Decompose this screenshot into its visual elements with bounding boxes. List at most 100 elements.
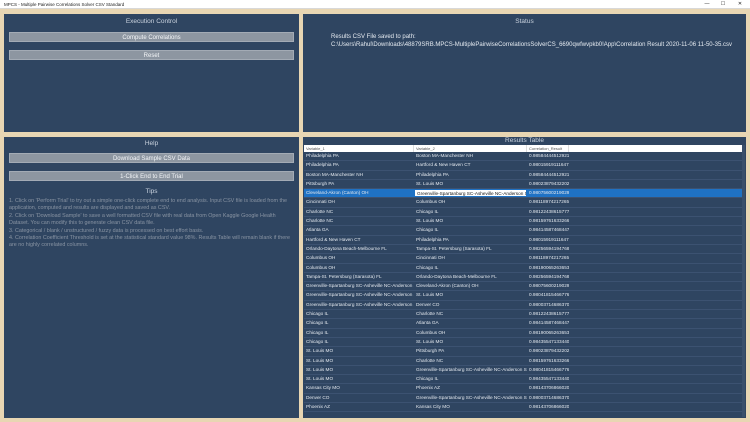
table-row[interactable]: Denver CO Greenville-Spartanburg SC-Ashev…	[304, 394, 745, 404]
cell-correlation[interactable]: 0.9801591911164758	[527, 161, 569, 169]
cell-variable-2[interactable]: Denver CO	[414, 301, 527, 309]
cell-correlation[interactable]: 0.9815976163326647	[527, 217, 569, 225]
table-row[interactable]: Chicago ILSt. Louis MO0.9843554713344075	[304, 338, 745, 348]
table-row[interactable]: Kansas City MO Phoenix AZ 0.98143706866020…	[304, 384, 745, 394]
cell-variable-2[interactable]: Columbus OH	[414, 329, 527, 337]
reset-button[interactable]: Reset	[9, 50, 294, 60]
cell-variable-2[interactable]: Cincinnati OH	[414, 254, 527, 262]
cell-variable-2[interactable]: Kansas City MO	[414, 403, 527, 411]
cell-correlation[interactable]: 0.9825659419476865	[527, 245, 569, 253]
cell-variable-2[interactable]: Boston MA-Manchester NH	[414, 152, 527, 160]
cell-variable-1[interactable]: Charlotte NC	[304, 217, 414, 225]
cell-correlation[interactable]: 0.9812243861577765	[527, 310, 569, 318]
table-row[interactable]: St. Louis MO Pittsburgh PA 0.9802387943220…	[304, 347, 745, 357]
table-row[interactable]: Chicago ILAtlanta GA0.9841458746844711	[304, 319, 745, 329]
cell-variable-2[interactable]: Chicago IL	[414, 264, 527, 272]
cell-variable-1[interactable]: Greenville-Spartanburg SC-Asheville NC-A…	[304, 282, 414, 290]
table-row[interactable]: Orlando-Daytona Beach-Melbourne FL Tampa-…	[304, 245, 745, 255]
results-table[interactable]: Variable_1 Variable_2 Correlation_Result…	[304, 145, 745, 417]
cell-variable-1[interactable]: Greenville-Spartanburg SC-Asheville NC-A…	[304, 291, 414, 299]
cell-variable-1[interactable]: Kansas City MO	[304, 384, 414, 392]
cell-correlation[interactable]: 0.9825659419476865	[527, 273, 569, 281]
cell-variable-2[interactable]: Philadelphia PA	[414, 236, 527, 244]
column-header-variable-2[interactable]: Variable_2	[414, 145, 527, 152]
cell-correlation[interactable]: 0.9841458746844711	[527, 226, 569, 234]
cell-correlation[interactable]: 0.9843554713344075	[527, 375, 569, 383]
cell-variable-1[interactable]: Cincinnati OH	[304, 198, 414, 206]
cell-correlation[interactable]: 0.9815976163326647	[527, 357, 569, 365]
cell-correlation[interactable]: 0.9800371468637054	[527, 394, 569, 402]
cell-correlation[interactable]: 0.9819006526365327	[527, 329, 569, 337]
column-header-variable-1[interactable]: Variable_1	[304, 145, 414, 152]
cell-variable-2[interactable]: St. Louis MO	[414, 217, 527, 225]
cell-correlation[interactable]: 0.9811897421726593	[527, 254, 569, 262]
table-row[interactable]: Charlotte NCChicago IL0.9812243861577765	[304, 208, 745, 218]
one-click-trial-button[interactable]: 1-Click End to End Trial	[9, 171, 294, 181]
cell-correlation[interactable]: 0.9804181546677699	[527, 366, 569, 374]
cell-variable-1[interactable]: St. Louis MO	[304, 357, 414, 365]
table-row[interactable]: Hartford & New Haven CT Philadelphia PA 0.…	[304, 236, 745, 245]
cell-correlation[interactable]: 0.9858444451292139	[527, 171, 569, 179]
cell-variable-1[interactable]: Pittsburgh PA	[304, 180, 414, 188]
cell-variable-2[interactable]: St. Louis MO	[414, 338, 527, 346]
maximize-button[interactable]: ☐	[716, 0, 730, 9]
table-row[interactable]: Chicago ILCharlotte NC0.9812243861577765	[304, 310, 745, 320]
cell-variable-2[interactable]: Chicago IL	[414, 208, 527, 216]
close-button[interactable]: ✕	[733, 0, 747, 9]
cell-variable-2[interactable]: Atlanta GA	[414, 319, 527, 327]
cell-correlation[interactable]: 0.9807560021902995	[527, 282, 569, 290]
cell-correlation[interactable]: 0.9804181546677699	[527, 291, 569, 299]
table-row[interactable]: Philadelphia PA Boston MA-Manchester NH 0.…	[304, 152, 745, 162]
cell-correlation[interactable]: 0.9812243861577765	[527, 208, 569, 216]
cell-correlation[interactable]: 0.9814370686602006	[527, 403, 569, 411]
cell-variable-1[interactable]: St. Louis MO	[304, 366, 414, 374]
cell-variable-2[interactable]: Cleveland-Akron (Canton) OH	[414, 282, 527, 290]
download-sample-button[interactable]: Download Sample CSV Data	[9, 153, 294, 163]
cell-variable-1[interactable]: Chicago IL	[304, 319, 414, 327]
cell-variable-1[interactable]: Atlanta GA	[304, 226, 414, 234]
table-row[interactable]: Greenville-Spartanburg SC-Asheville NC-A…	[304, 301, 745, 311]
cell-correlation[interactable]: 0.9801591911164758	[527, 236, 569, 244]
cell-variable-1[interactable]: Columbus OH	[304, 264, 414, 272]
table-row[interactable]: Greenville-Spartanburg SC-Asheville NC-A…	[304, 291, 745, 301]
table-row[interactable]: Cleveland-Akron (Canton) OH Greenville-Sp…	[304, 189, 745, 199]
cell-correlation[interactable]: 0.9858444451292139	[527, 152, 569, 160]
table-row[interactable]: Philadelphia PA Hartford & New Haven CT 0.…	[304, 161, 745, 171]
cell-variable-2[interactable]: Phoenix AZ	[414, 384, 527, 392]
cell-variable-1[interactable]: St. Louis MO	[304, 347, 414, 355]
table-row[interactable]: Chicago ILColumbus OH0.9819006526365327	[304, 329, 745, 338]
cell-variable-1[interactable]: Boston MA-Manchester NH	[304, 171, 414, 179]
cell-correlation[interactable]: 0.9802387943220278	[527, 180, 569, 188]
cell-variable-1[interactable]: Philadelphia PA	[304, 161, 414, 169]
cell-variable-2[interactable]: Chicago IL	[414, 375, 527, 383]
cell-variable-1[interactable]: Chicago IL	[304, 310, 414, 318]
cell-variable-2[interactable]: Hartford & New Haven CT	[414, 161, 527, 169]
cell-variable-2[interactable]: St. Louis MO	[414, 291, 527, 299]
cell-variable-1[interactable]: Cleveland-Akron (Canton) OH	[304, 189, 414, 197]
cell-variable-2[interactable]: Philadelphia PA	[414, 171, 527, 179]
cell-correlation[interactable]: 0.9819006526365327	[527, 264, 569, 272]
minimize-button[interactable]: —	[700, 0, 714, 9]
table-row[interactable]: Columbus OHChicago IL0.9819006526365327	[304, 264, 745, 273]
table-row[interactable]: Pittsburgh PA St. Louis MO 0.9802387943220…	[304, 180, 745, 190]
cell-variable-2[interactable]: St. Louis MO	[414, 180, 527, 188]
cell-variable-2[interactable]: Tampa-St. Petersburg (Sarasota) FL	[414, 245, 527, 253]
table-row[interactable]: Columbus OH Cincinnati OH 0.98118974217265…	[304, 254, 745, 264]
cell-variable-1[interactable]: Denver CO	[304, 394, 414, 402]
cell-variable-1[interactable]: Chicago IL	[304, 338, 414, 346]
table-row[interactable]: Greenville-Spartanburg SC-Asheville NC-A…	[304, 282, 745, 292]
table-row[interactable]: St. Louis MOChicago IL0.9843554713344075	[304, 375, 745, 385]
cell-variable-2[interactable]: Columbus OH	[414, 198, 527, 206]
cell-variable-2[interactable]: Greenville-Spartanburg SC-Asheville NC-A…	[414, 394, 527, 402]
cell-correlation[interactable]: 0.9814370686602006	[527, 384, 569, 392]
table-row[interactable]: Cincinnati OH Columbus OH 0.98118974217265…	[304, 198, 745, 208]
cell-correlation[interactable]: 0.9800371468637054	[527, 301, 569, 309]
table-scrollbar[interactable]	[742, 145, 745, 417]
table-row[interactable]: Atlanta GAChicago IL0.9841458746844711	[304, 226, 745, 236]
cell-variable-2[interactable]: Orlando-Daytona Beach-Melbourne FL	[414, 273, 527, 281]
cell-variable-1[interactable]: Phoenix AZ	[304, 403, 414, 411]
cell-variable-2[interactable]: Chicago IL	[414, 226, 527, 234]
cell-variable-1[interactable]: Orlando-Daytona Beach-Melbourne FL	[304, 245, 414, 253]
table-row[interactable]: Phoenix AZ Kansas City MO 0.98143706866020…	[304, 403, 745, 413]
cell-variable-1[interactable]: Philadelphia PA	[304, 152, 414, 160]
